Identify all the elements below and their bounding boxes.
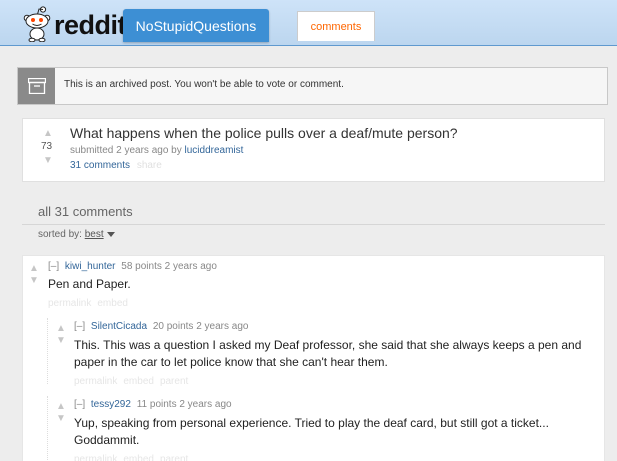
comment-author[interactable]: tessy292 [91,399,131,410]
upvote-arrow-icon[interactable]: ▲ [54,324,68,334]
upvote-arrow-icon[interactable]: ▲ [41,129,55,139]
comment-author[interactable]: SilentCicada [91,321,147,332]
comment-child: ▲ ▼ [–] SilentCicada 20 points 2 years a… [47,318,606,387]
comment-links: permalink embed parent [74,454,194,461]
comment-links: permalink embed [48,298,134,309]
comment-body: This. This was a question I asked my Dea… [74,338,582,369]
post-score: 73 [41,141,53,152]
chevron-down-icon[interactable] [106,231,115,237]
comment-tagline: [–] tessy292 11 points 2 years ago [74,399,232,410]
share-link[interactable]: share [137,160,162,171]
permalink-link[interactable]: permalink [74,454,117,461]
comment-author[interactable]: kiwi_hunter [65,261,116,272]
collapse-toggle[interactable]: [–] [74,399,85,410]
comment-list: ▲ ▼ [–] kiwi_hunter 58 points 2 years ag… [22,255,605,461]
upvote-arrow-icon[interactable]: ▲ [27,264,41,274]
comments-heading: all 31 comments [38,204,133,219]
sort-dropdown[interactable]: best [85,229,104,240]
collapse-toggle[interactable]: [–] [74,321,85,332]
sorted-label: sorted by: [38,229,82,240]
post-card: ▲ 73 ▼ What happens when the police pull… [22,118,605,182]
downvote-arrow-icon[interactable]: ▼ [27,276,41,286]
embed-link[interactable]: embed [123,454,154,461]
post-title[interactable]: What happens when the police pulls over … [70,125,458,141]
site-header: reddit NoStupidQuestions comments [0,0,617,46]
comment-meta: 11 points 2 years ago [136,399,232,410]
parent-link[interactable]: parent [160,376,188,387]
reddit-alien-icon [23,6,51,42]
tab-comments[interactable]: comments [297,11,375,41]
comment-meta: 58 points 2 years ago [121,261,217,272]
downvote-arrow-icon[interactable]: ▼ [54,414,68,424]
post-author-link[interactable]: luciddreamist [185,145,244,156]
tagline-prefix: submitted 2 years ago by [70,145,185,156]
embed-link[interactable]: embed [123,376,154,387]
archived-message: This is an archived post. You won't be a… [64,79,344,90]
comment-tagline: [–] kiwi_hunter 58 points 2 years ago [48,261,217,272]
comment-child: ▲ ▼ [–] tessy292 11 points 2 years ago Y… [47,396,606,461]
comment-body: Pen and Paper. [48,277,131,291]
upvote-arrow-icon[interactable]: ▲ [54,402,68,412]
divider [22,224,605,225]
permalink-link[interactable]: permalink [74,376,117,387]
reddit-wordmark: reddit [54,9,127,40]
comment-links: permalink embed parent [74,376,194,387]
archive-box-icon [18,68,55,104]
parent-link[interactable]: parent [160,454,188,461]
reddit-logo[interactable]: reddit [22,6,127,42]
collapse-toggle[interactable]: [–] [48,261,59,272]
subreddit-name-button[interactable]: NoStupidQuestions [123,9,269,42]
downvote-arrow-icon[interactable]: ▼ [41,156,55,166]
post-tagline: submitted 2 years ago by luciddreamist [70,145,243,156]
comment-meta: 20 points 2 years ago [152,321,249,332]
comment-body: Yup, speaking from personal experience. … [74,416,549,447]
downvote-arrow-icon[interactable]: ▼ [54,336,68,346]
post-actions: 31 comments share [70,160,162,171]
comment-tagline: [–] SilentCicada 20 points 2 years ago [74,321,248,332]
comments-link[interactable]: 31 comments [70,160,130,171]
embed-link[interactable]: embed [97,298,128,309]
archived-notice: This is an archived post. You won't be a… [17,67,608,105]
sort-control: sorted by: best [38,229,115,240]
permalink-link[interactable]: permalink [48,298,91,309]
